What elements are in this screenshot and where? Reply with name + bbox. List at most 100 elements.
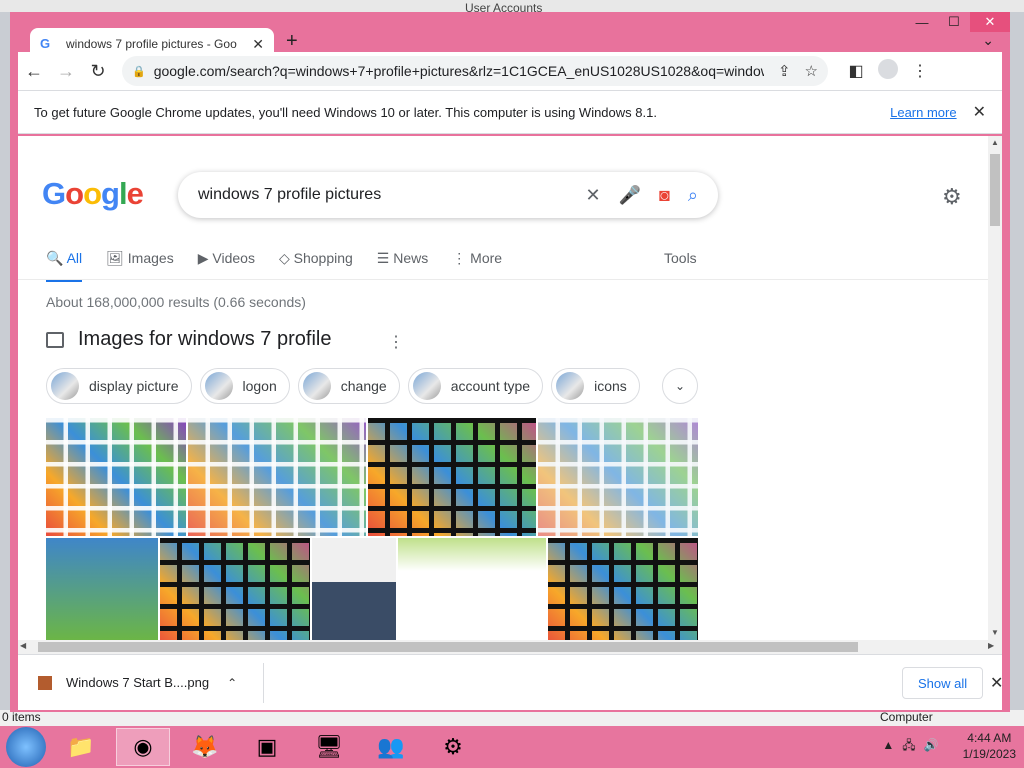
back-button[interactable]: ← — [18, 61, 50, 82]
learn-more-link[interactable]: Learn more — [890, 105, 956, 120]
lock-icon[interactable]: 🔒 — [132, 65, 146, 78]
search-icon[interactable]: ⌕ — [688, 185, 698, 206]
command-prompt-icon[interactable]: ▣ — [240, 728, 294, 766]
chip-icons[interactable]: icons — [551, 368, 640, 404]
vertical-scroll-thumb[interactable] — [990, 154, 1000, 226]
chrome-taskbar-icon[interactable]: ◉ — [116, 728, 170, 766]
camera-search-icon[interactable]: ◙ — [659, 185, 670, 206]
chip-account-type[interactable]: account type — [407, 368, 544, 404]
search-input[interactable]: windows 7 profile pictures — [198, 186, 568, 204]
background-window-titlebar: User Accounts — [0, 0, 1024, 15]
clear-search-icon[interactable]: ✕ — [586, 185, 601, 206]
settings-gear-icon[interactable]: ⚙ — [942, 184, 962, 210]
image-result[interactable] — [398, 538, 546, 640]
image-result[interactable] — [46, 418, 186, 536]
show-all-downloads-button[interactable]: Show all — [902, 667, 984, 699]
images-section-header: Images for windows 7 profile — [46, 328, 331, 351]
tab-videos[interactable]: ▶ Videos — [198, 236, 255, 279]
image-result[interactable] — [312, 538, 396, 640]
infobar-close-icon[interactable]: ✕ — [973, 102, 986, 122]
browser-toolbar: ← → ↻ 🔒 google.com/search?q=windows+7+pr… — [18, 52, 1002, 90]
menu-icon[interactable]: ⋮ — [904, 61, 936, 81]
horizontal-scroll-thumb[interactable] — [38, 642, 858, 652]
chip-thumbnail — [51, 372, 79, 400]
profile-avatar[interactable] — [872, 58, 904, 84]
new-tab-button[interactable]: + — [286, 30, 298, 53]
downloads-close-icon[interactable]: ✕ — [990, 673, 1003, 693]
tab-shopping[interactable]: ◇ Shopping — [279, 236, 353, 279]
chip-thumbnail — [204, 372, 233, 400]
tab-news[interactable]: ☰ News — [377, 236, 428, 279]
horizontal-scrollbar[interactable]: ◀ ▶ — [18, 640, 1002, 654]
share-icon[interactable]: ⇪ — [778, 62, 791, 80]
scroll-up-arrow-icon[interactable]: ▲ — [991, 138, 999, 147]
background-status-left: 0 items — [2, 710, 41, 724]
downloads-separator — [263, 663, 264, 703]
news-icon: ☰ — [376, 250, 390, 266]
background-status-bar: 0 items Computer — [0, 710, 1024, 726]
png-file-icon — [38, 675, 52, 690]
bookmark-star-icon[interactable]: ☆ — [805, 62, 818, 80]
tab-all[interactable]: 🔍 All — [46, 236, 83, 282]
chips-expand-chevron-icon[interactable]: ⌄ — [662, 368, 698, 404]
settings-app-icon[interactable]: ⚙ — [426, 728, 480, 766]
user-accounts-icon[interactable]: 👥 — [364, 728, 418, 766]
scroll-right-arrow-icon[interactable]: ▶ — [988, 641, 994, 650]
tabs-divider — [18, 279, 988, 280]
image-icon — [46, 331, 64, 348]
chip-display-picture[interactable]: display picture — [46, 368, 192, 404]
video-icon: ▶ — [197, 250, 209, 266]
chip-thumbnail — [412, 372, 441, 400]
image-result[interactable] — [538, 418, 698, 536]
control-panel-icon[interactable]: 🖥 — [302, 728, 356, 766]
file-explorer-icon[interactable]: 📁 — [54, 728, 108, 766]
scroll-down-arrow-icon[interactable]: ▼ — [991, 628, 999, 637]
tray-icons[interactable]: ▲🖧🔊 — [882, 736, 946, 757]
image-result[interactable] — [188, 418, 366, 536]
result-stats: About 168,000,000 results (0.66 seconds) — [46, 294, 306, 310]
search-box[interactable]: windows 7 profile pictures ✕ 🎤 ◙ ⌕ — [178, 172, 718, 218]
image-result[interactable] — [160, 538, 310, 640]
system-tray: ▲🖧🔊 4:44 AM 1/19/2023 — [882, 730, 1016, 762]
taskbar: 📁 ◉ 🦊 ▣ 🖥 👥 ⚙ ▲🖧🔊 4:44 AM 1/19/2023 — [0, 726, 1024, 768]
tab-more[interactable]: ⋮ More — [452, 236, 502, 279]
start-button[interactable] — [6, 727, 46, 767]
tools-button[interactable]: Tools — [664, 250, 697, 266]
update-infobar: To get future Google Chrome updates, you… — [18, 90, 1002, 134]
chip-change[interactable]: change — [297, 368, 400, 404]
forward-button[interactable]: → — [50, 61, 82, 82]
tag-icon: ◇ — [278, 250, 290, 266]
tab-search-button[interactable]: ⌄ — [982, 32, 994, 49]
image-result[interactable] — [46, 538, 158, 640]
vertical-scrollbar[interactable]: ▲ ▼ — [988, 136, 1002, 640]
google-logo[interactable]: Google — [42, 176, 144, 212]
image-result[interactable] — [368, 418, 536, 536]
more-dots-icon: ⋮ — [452, 250, 467, 266]
more-options-icon[interactable]: ⋮ — [388, 332, 404, 352]
download-options-chevron-icon[interactable]: ⌃ — [227, 676, 237, 690]
tab-title: windows 7 profile pictures - Goo — [66, 37, 237, 51]
scroll-left-arrow-icon[interactable]: ◀ — [20, 641, 26, 650]
images-section-title[interactable]: Images for windows 7 profile — [78, 328, 331, 351]
firefox-icon[interactable]: 🦊 — [178, 728, 232, 766]
image-results-grid — [46, 418, 698, 640]
address-bar[interactable]: 🔒 google.com/search?q=windows+7+profile+… — [122, 56, 828, 86]
side-panel-icon[interactable]: ◧ — [840, 61, 872, 81]
chrome-window: — ☐ ✕ G windows 7 profile pictures - Goo… — [10, 12, 1010, 712]
background-status-right: Computer — [880, 710, 933, 724]
tab-images[interactable]: 🖼 Images — [106, 236, 174, 279]
url-text[interactable]: google.com/search?q=windows+7+profile+pi… — [154, 63, 764, 79]
image-chips: display picture logon change account typ… — [46, 368, 648, 404]
download-file-name[interactable]: Windows 7 Start B....png — [66, 675, 209, 690]
chip-thumbnail — [302, 372, 331, 400]
reload-button[interactable]: ↻ — [82, 61, 114, 82]
clock-date: 1/19/2023 — [962, 747, 1016, 761]
search-results-page: Google windows 7 profile pictures ✕ 🎤 ◙ … — [18, 136, 988, 640]
chip-logon[interactable]: logon — [199, 368, 290, 404]
tab-close-icon[interactable]: ✕ — [252, 36, 264, 53]
infobar-message: To get future Google Chrome updates, you… — [34, 104, 657, 120]
image-result[interactable] — [548, 538, 698, 640]
clock[interactable]: 4:44 AM 1/19/2023 — [963, 730, 1016, 762]
chip-thumbnail — [556, 372, 585, 400]
voice-search-icon[interactable]: 🎤 — [619, 185, 641, 206]
